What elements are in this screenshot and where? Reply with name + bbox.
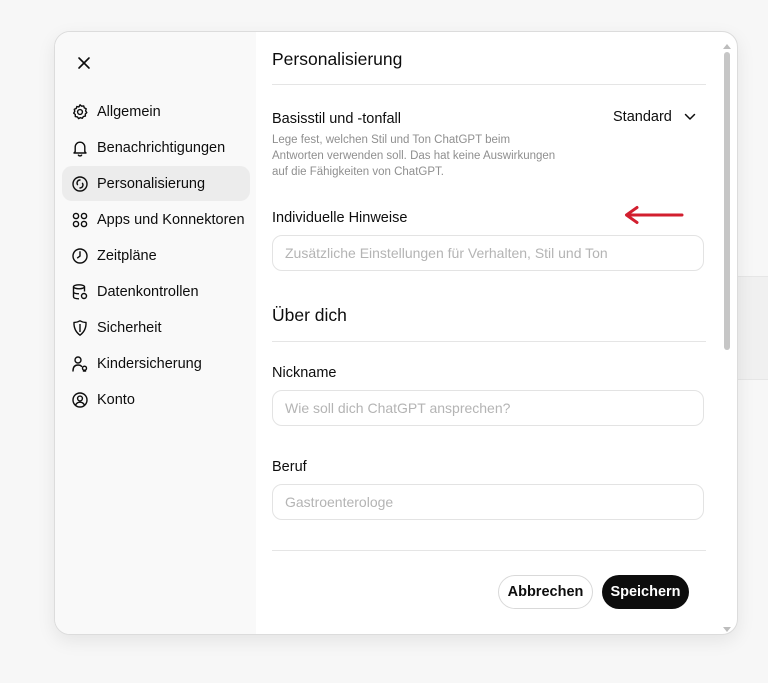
settings-dialog: Allgemein Benachrichtigungen Personalisi… xyxy=(54,31,738,635)
occupation-label: Beruf xyxy=(272,459,307,475)
custom-instructions-input[interactable] xyxy=(272,235,704,271)
custom-instructions-label: Individuelle Hinweise xyxy=(272,210,408,226)
sidebar-item-label: Sicherheit xyxy=(97,319,162,336)
sidebar-item-datenkontrollen[interactable]: Datenkontrollen xyxy=(62,274,250,309)
settings-sidebar: Allgemein Benachrichtigungen Personalisi… xyxy=(55,32,256,634)
scroll-down-icon[interactable] xyxy=(723,627,731,632)
sidebar-item-label: Konto xyxy=(97,391,135,408)
shield-icon xyxy=(71,319,89,337)
sidebar-item-kindersicherung[interactable]: Kindersicherung xyxy=(62,346,250,381)
chevron-down-icon xyxy=(684,113,696,120)
sidebar-item-personalisierung[interactable]: Personalisierung xyxy=(62,166,250,201)
sidebar-item-label: Zeitpläne xyxy=(97,247,157,264)
apps-icon xyxy=(71,211,89,229)
sidebar-item-allgemein[interactable]: Allgemein xyxy=(62,94,250,129)
scrollbar[interactable] xyxy=(722,44,732,632)
clock-icon xyxy=(71,247,89,265)
scroll-up-icon[interactable] xyxy=(723,44,731,49)
sidebar-item-label: Benachrichtigungen xyxy=(97,139,226,156)
close-icon xyxy=(78,57,90,69)
bell-icon xyxy=(71,139,89,157)
style-select[interactable]: Standard xyxy=(613,109,696,125)
sidebar-item-label: Personalisierung xyxy=(97,175,206,192)
sidebar-item-label: Kindersicherung xyxy=(97,355,202,372)
close-button[interactable] xyxy=(71,50,97,76)
divider xyxy=(272,550,706,551)
personalization-icon xyxy=(71,175,89,193)
page-title: Personalisierung xyxy=(272,49,403,69)
account-icon xyxy=(71,391,89,409)
settings-content: Personalisierung Basisstil und -tonfall … xyxy=(272,32,706,634)
style-select-value: Standard xyxy=(613,109,672,125)
sidebar-item-label: Datenkontrollen xyxy=(97,283,199,300)
parental-icon xyxy=(71,355,89,373)
about-section-title: Über dich xyxy=(272,305,347,325)
database-icon xyxy=(71,283,89,301)
style-label: Basisstil und -tonfall xyxy=(272,111,401,127)
sidebar-item-zeitplaene[interactable]: Zeitpläne xyxy=(62,238,250,273)
nickname-input[interactable] xyxy=(272,390,704,426)
annotation-arrow-icon xyxy=(625,206,684,224)
sidebar-item-konto[interactable]: Konto xyxy=(62,382,250,417)
sidebar-item-sicherheit[interactable]: Sicherheit xyxy=(62,310,250,345)
style-description: Lege fest, welchen Stil und Ton ChatGPT … xyxy=(272,134,556,178)
sidebar-item-benachrichtigungen[interactable]: Benachrichtigungen xyxy=(62,130,250,165)
sidebar-item-label: Apps und Konnektoren xyxy=(97,211,245,228)
occupation-input[interactable] xyxy=(272,484,704,520)
sidebar-item-apps[interactable]: Apps und Konnektoren xyxy=(62,202,250,237)
nickname-label: Nickname xyxy=(272,365,337,381)
sidebar-item-label: Allgemein xyxy=(97,103,161,120)
save-button[interactable]: Speichern xyxy=(602,575,689,609)
divider xyxy=(272,84,706,85)
gear-icon xyxy=(71,103,89,121)
cancel-button[interactable]: Abbrechen xyxy=(498,575,593,609)
scrollbar-thumb[interactable] xyxy=(724,52,730,350)
divider xyxy=(272,341,706,342)
settings-nav: Allgemein Benachrichtigungen Personalisi… xyxy=(62,94,250,418)
background-panel xyxy=(738,276,768,380)
